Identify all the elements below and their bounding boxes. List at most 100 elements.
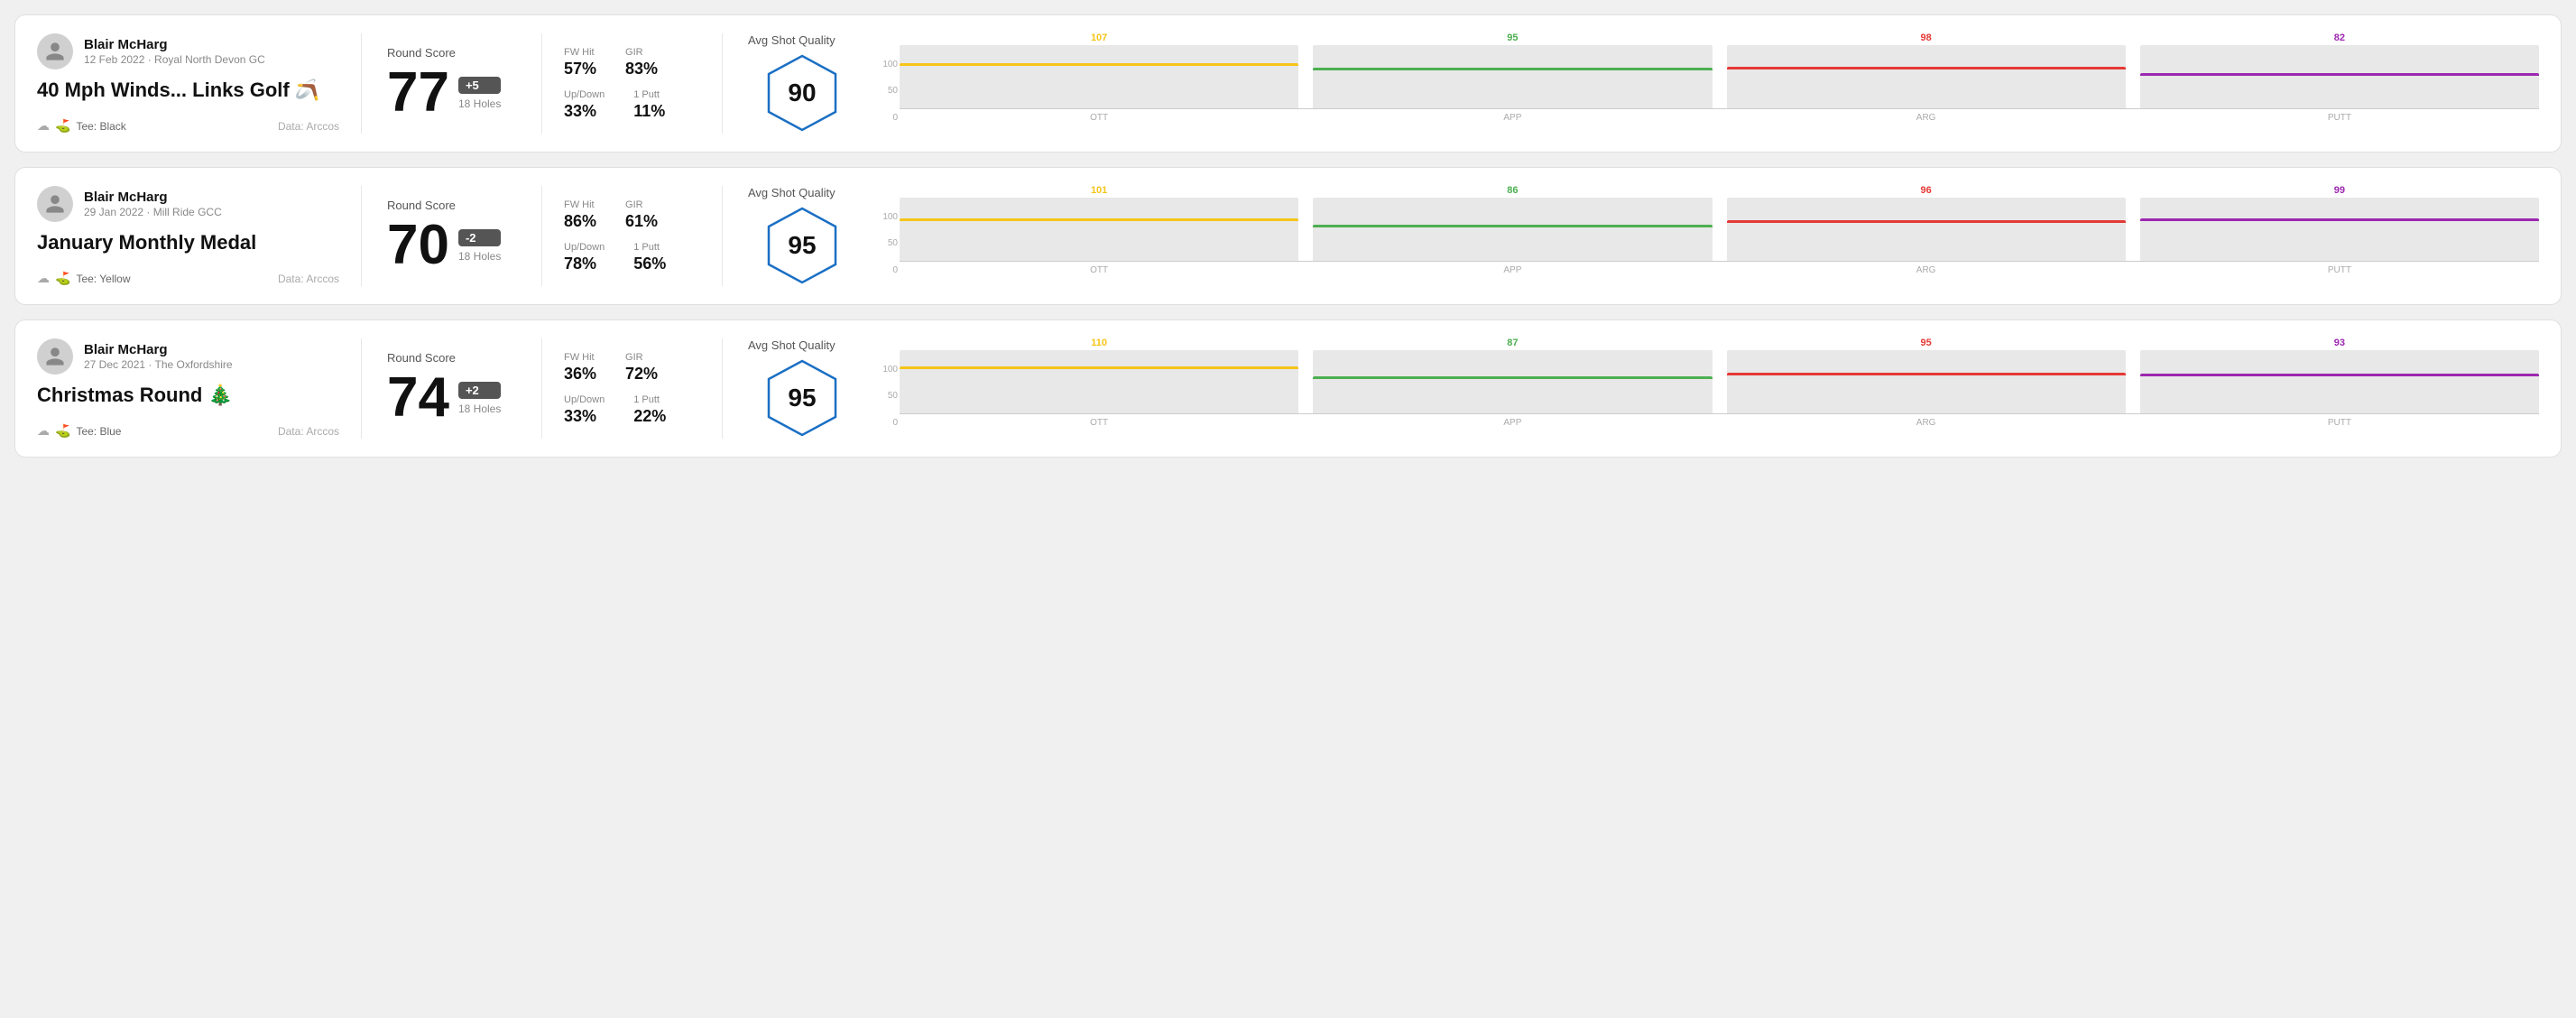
bar-chart: 100 50 0 101 86 96: [874, 198, 2539, 275]
chart-x-label: APP: [1313, 418, 1712, 428]
chart-x-label: PUTT: [2140, 113, 2539, 123]
gir-stat: GIR 72%: [625, 352, 658, 384]
hexagon-container: 90: [762, 52, 843, 134]
updown-label: Up/Down: [564, 89, 605, 100]
bars-row: 110 87 95 93: [900, 350, 2539, 413]
bar-fill: [1313, 376, 1712, 413]
gir-stat: GIR 83%: [625, 47, 658, 79]
card-left: Blair McHarg 12 Feb 2022 · Royal North D…: [37, 33, 362, 134]
bars-column: 101 86 96 99: [900, 198, 2539, 275]
bar-fill: [1727, 220, 2126, 261]
data-source: Data: Arccos: [278, 425, 339, 438]
bar-value-label: 98: [1921, 32, 1932, 43]
score-badge: +2: [458, 382, 501, 399]
score-holes: 18 Holes: [458, 97, 501, 110]
tee-label: Tee: Blue: [76, 425, 121, 438]
score-details: -2 18 Holes: [458, 229, 501, 263]
user-info: Blair McHarg 29 Jan 2022 · Mill Ride GCC: [84, 190, 222, 218]
bag-icon: ⛳: [55, 423, 70, 439]
gir-label: GIR: [625, 47, 658, 58]
user-meta: 12 Feb 2022 · Royal North Devon GC: [84, 53, 265, 66]
bar-group-arg: 95: [1727, 338, 2126, 413]
bar-value-label: 95: [1921, 338, 1932, 348]
stats-row-top: FW Hit 86% GIR 61%: [564, 199, 700, 231]
chart-x-label: OTT: [900, 113, 1298, 123]
score-row: 77 +5 18 Holes: [387, 65, 516, 121]
data-source: Data: Arccos: [278, 120, 339, 133]
bar-group-putt: 99: [2140, 185, 2539, 261]
fw-hit-label: FW Hit: [564, 352, 596, 363]
hexagon-score: 95: [788, 384, 816, 412]
chart-x-labels: OTT APP ARG PUTT: [900, 265, 2539, 275]
user-name: Blair McHarg: [84, 342, 233, 357]
quality-section: Avg Shot Quality 95 100 50 0: [723, 186, 2539, 286]
chart-area: 100 50 0 101 86 96: [874, 198, 2539, 275]
bar-value-label: 95: [1507, 32, 1518, 43]
bar-accent-line: [2140, 73, 2539, 76]
fw-hit-stat: FW Hit 36%: [564, 352, 596, 384]
user-name: Blair McHarg: [84, 190, 222, 205]
chart-x-label: APP: [1313, 265, 1712, 275]
bar-wrapper: [2140, 198, 2539, 261]
bar-value-label: 107: [1091, 32, 1107, 43]
round-title: Christmas Round 🎄: [37, 384, 339, 407]
chart-x-label: PUTT: [2140, 265, 2539, 275]
card-footer: ☁ ⛳ Tee: Yellow Data: Arccos: [37, 271, 339, 286]
updown-stat: Up/Down 33%: [564, 89, 605, 121]
quality-section: Avg Shot Quality 90 100 50 0: [723, 33, 2539, 134]
bar-wrapper: [1727, 45, 2126, 108]
bar-group-ott: 107: [900, 32, 1298, 108]
gir-value: 72%: [625, 365, 658, 384]
bar-accent-line: [2140, 374, 2539, 376]
bar-wrapper: [1727, 198, 2126, 261]
bar-group-putt: 93: [2140, 338, 2539, 413]
quality-label: Avg Shot Quality: [748, 186, 836, 199]
round-title: 40 Mph Winds... Links Golf 🪃: [37, 79, 339, 102]
round-card: Blair McHarg 12 Feb 2022 · Royal North D…: [14, 14, 2562, 153]
one-putt-value: 56%: [633, 255, 666, 273]
weather-icon: ☁: [37, 118, 50, 134]
gir-label: GIR: [625, 352, 658, 363]
bar-accent-line: [900, 366, 1298, 369]
fw-hit-label: FW Hit: [564, 47, 596, 58]
bar-fill: [2140, 73, 2539, 108]
bar-accent-line: [1313, 68, 1712, 70]
card-left: Blair McHarg 29 Jan 2022 · Mill Ride GCC…: [37, 186, 362, 286]
fw-hit-value: 36%: [564, 365, 596, 384]
user-info: Blair McHarg 27 Dec 2021 · The Oxfordshi…: [84, 342, 233, 371]
bar-wrapper: [1313, 198, 1712, 261]
score-row: 74 +2 18 Holes: [387, 370, 516, 426]
weather-icon: ☁: [37, 423, 50, 439]
bar-group-arg: 96: [1727, 185, 2126, 261]
bar-value-label: 93: [2334, 338, 2345, 348]
one-putt-stat: 1 Putt 22%: [633, 394, 666, 426]
round-score-section: Round Score 70 -2 18 Holes: [362, 186, 542, 286]
hexagon-score: 90: [788, 79, 816, 107]
bar-accent-line: [1727, 373, 2126, 375]
bar-value-label: 99: [2334, 185, 2345, 196]
chart-x-label: OTT: [900, 418, 1298, 428]
updown-value: 78%: [564, 255, 605, 273]
bar-group-app: 95: [1313, 32, 1712, 108]
bar-fill: [900, 63, 1298, 108]
bar-chart: 100 50 0 110 87 95: [874, 350, 2539, 428]
hexagon-container: 95: [762, 205, 843, 286]
bar-group-putt: 82: [2140, 32, 2539, 108]
updown-label: Up/Down: [564, 242, 605, 253]
bar-accent-line: [2140, 218, 2539, 221]
bar-value-label: 101: [1091, 185, 1107, 196]
chart-x-label: PUTT: [2140, 418, 2539, 428]
bars-column: 107 95 98 82: [900, 45, 2539, 123]
score-big: 74: [387, 370, 449, 426]
bar-value-label: 110: [1091, 338, 1107, 348]
bar-group-ott: 110: [900, 338, 1298, 413]
stats-section: FW Hit 36% GIR 72% Up/Down 33% 1 Putt: [542, 338, 723, 439]
user-row: Blair McHarg 12 Feb 2022 · Royal North D…: [37, 33, 339, 69]
chart-x-labels: OTT APP ARG PUTT: [900, 418, 2539, 428]
tee-info: ☁ ⛳ Tee: Blue: [37, 423, 121, 439]
bar-fill: [2140, 374, 2539, 412]
bars-column: 110 87 95 93: [900, 350, 2539, 428]
fw-hit-stat: FW Hit 86%: [564, 199, 596, 231]
bar-wrapper: [1727, 350, 2126, 413]
data-source: Data: Arccos: [278, 273, 339, 285]
